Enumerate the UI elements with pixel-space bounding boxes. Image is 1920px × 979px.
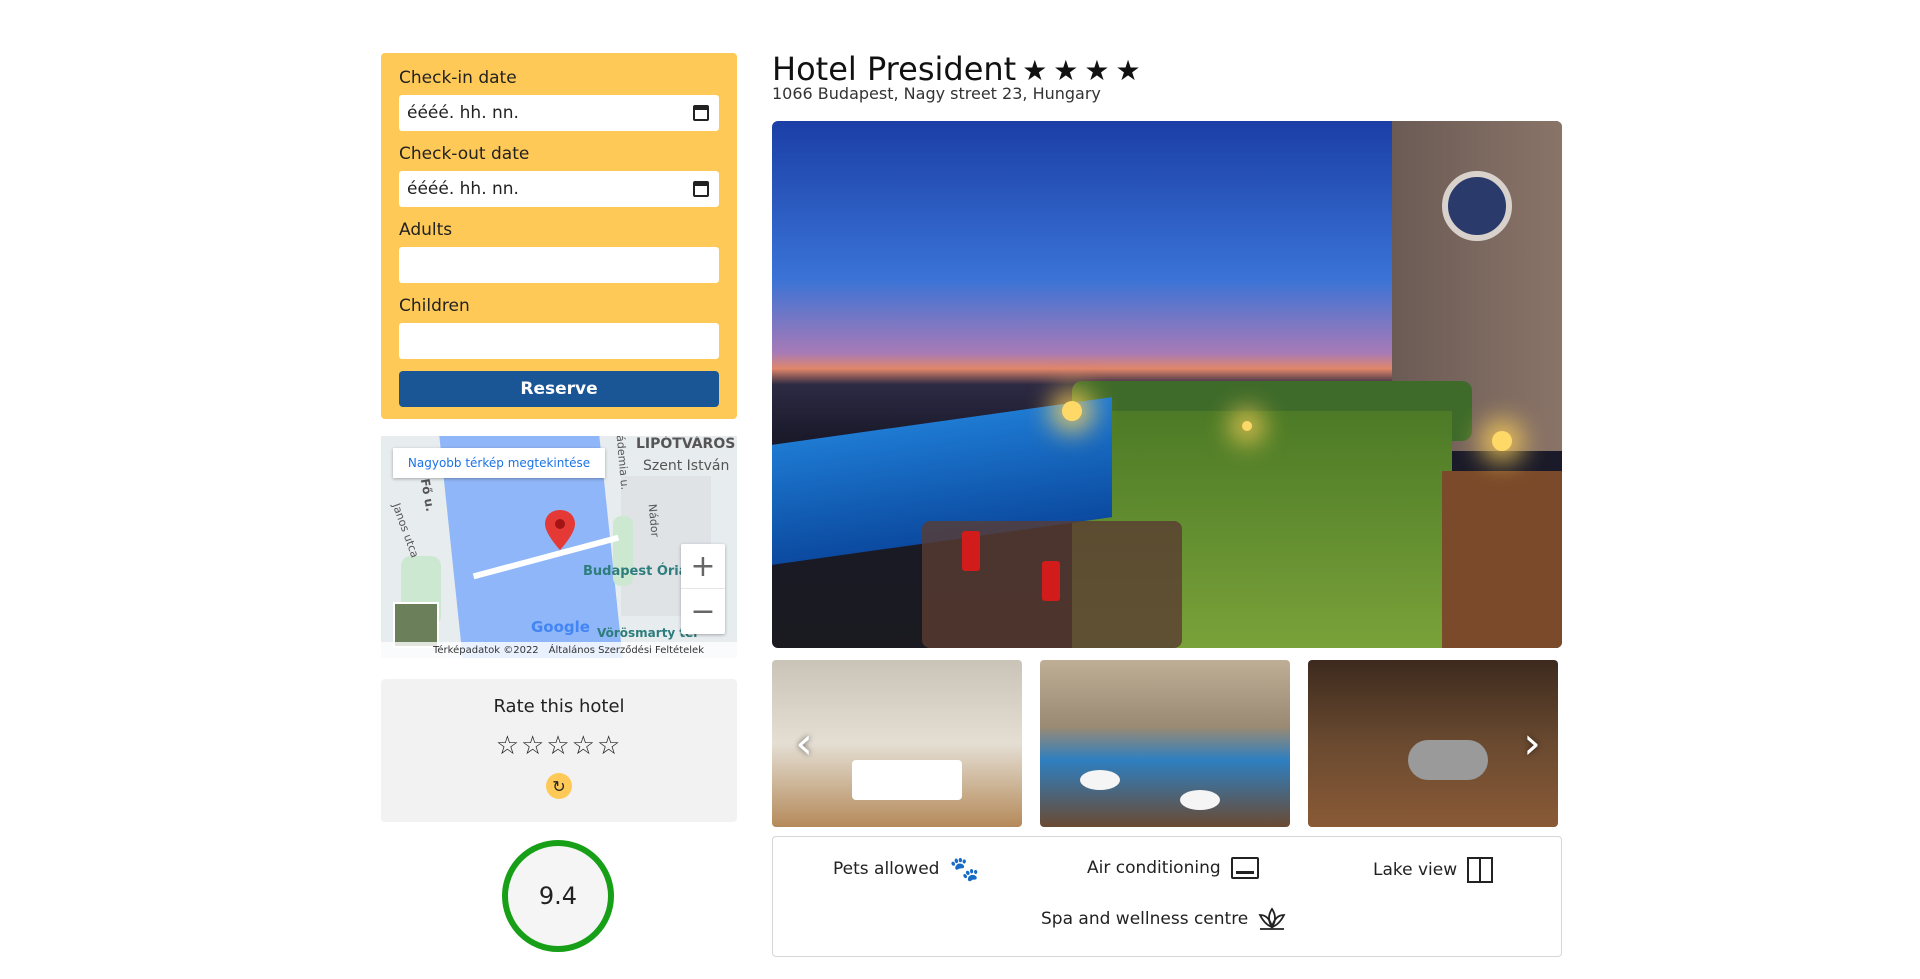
amenity-lake-view: Lake view [1373, 857, 1494, 883]
map-label-district: LIPÓTVÁROS [636, 436, 736, 452]
window-view-icon [1467, 857, 1494, 883]
photo-light [1492, 431, 1512, 451]
thumb-bed [852, 760, 962, 800]
map-attribution: Térképadatok ©2022 Általános Szerződési … [381, 642, 737, 658]
amenity-pets: Pets allowed 🐾 [833, 857, 979, 881]
hotel-title: Hotel President ★★★★ [772, 50, 1147, 88]
map-zoom-control: + − [681, 544, 725, 634]
zoom-out-button[interactable]: − [681, 589, 725, 634]
amenity-air-conditioning: Air conditioning [1087, 857, 1259, 879]
calendar-icon[interactable] [693, 181, 709, 197]
map-label-budapest-oria: Budapest Óriá [583, 564, 688, 579]
photo-carousel: ‹ › [772, 660, 1562, 827]
google-logo: Google [531, 618, 590, 636]
map-pin-icon[interactable] [545, 510, 575, 550]
photo-light [1062, 401, 1082, 421]
zoom-in-button[interactable]: + [681, 544, 725, 589]
checkin-placeholder: éééé. hh. nn. [407, 103, 519, 123]
map-terms-link[interactable]: Általános Szerződési Feltételek [549, 645, 704, 656]
reserve-button[interactable]: Reserve [399, 371, 719, 407]
hotel-name: Hotel President [772, 50, 1017, 88]
map-label-akademia: ádemia u. [613, 436, 632, 491]
checkin-label: Check-in date [399, 68, 517, 88]
map-label-janos: Janos utca [389, 501, 422, 560]
amenity-label: Spa and wellness centre [1041, 909, 1249, 929]
adults-input[interactable] [399, 247, 719, 283]
children-input[interactable] [399, 323, 719, 359]
reset-rating-icon[interactable]: ↻ [546, 773, 572, 799]
amenity-spa: Spa and wellness centre [1041, 907, 1286, 931]
photo-deck [1442, 471, 1562, 648]
carousel-next-icon[interactable]: › [1512, 718, 1552, 769]
checkout-placeholder: éééé. hh. nn. [407, 179, 519, 199]
photo-candle [962, 531, 980, 571]
checkout-label: Check-out date [399, 144, 530, 164]
amenity-label: Air conditioning [1087, 858, 1221, 878]
map-label-fo-u: Fő u. [417, 477, 438, 513]
larger-map-link[interactable]: Nagyobb térkép megtekintése [393, 448, 605, 478]
booking-form: Check-in date éééé. hh. nn. Check-out da… [381, 53, 737, 419]
thumb-plate [1080, 770, 1120, 790]
amenities-panel: Pets allowed 🐾 Air conditioning Lake vie… [772, 836, 1562, 957]
hotel-address: 1066 Budapest, Nagy street 23, Hungary [772, 84, 1101, 103]
children-label: Children [399, 296, 470, 316]
calendar-icon[interactable] [693, 105, 709, 121]
thumb-plate [1180, 790, 1220, 810]
rate-title: Rate this hotel [493, 696, 625, 717]
photo-candle [1042, 561, 1060, 601]
photo-porthole [1442, 171, 1512, 241]
rate-hotel-panel: Rate this hotel ☆☆☆☆☆ ↻ [381, 679, 737, 822]
main-hotel-photo [772, 121, 1562, 648]
map-data-attribution[interactable]: Térképadatok ©2022 [433, 645, 539, 656]
hotel-map[interactable]: LIPÓTVÁROS Szent István Budapest Óriá Vö… [381, 436, 737, 658]
checkin-date-input[interactable]: éééé. hh. nn. [399, 95, 719, 131]
amenity-label: Lake view [1373, 860, 1458, 880]
amenity-label: Pets allowed [833, 859, 940, 879]
air-conditioner-icon [1230, 857, 1259, 879]
map-label-szent-istvan: Szent István [643, 458, 730, 474]
thumbnail-pool[interactable] [1040, 660, 1290, 827]
hotel-stars: ★★★★ [1022, 54, 1147, 87]
photo-light [1242, 421, 1252, 431]
carousel-prev-icon[interactable]: ‹ [784, 718, 824, 769]
adults-label: Adults [399, 220, 453, 240]
checkout-date-input[interactable]: éééé. hh. nn. [399, 171, 719, 207]
score-badge: 9.4 [502, 840, 614, 952]
rating-stars-input[interactable]: ☆☆☆☆☆ [381, 731, 737, 761]
map-label-nador: Nádor [645, 503, 662, 538]
paw-icon: 🐾 [949, 855, 980, 883]
lotus-icon [1258, 907, 1286, 930]
thumb-stones [1408, 740, 1488, 780]
